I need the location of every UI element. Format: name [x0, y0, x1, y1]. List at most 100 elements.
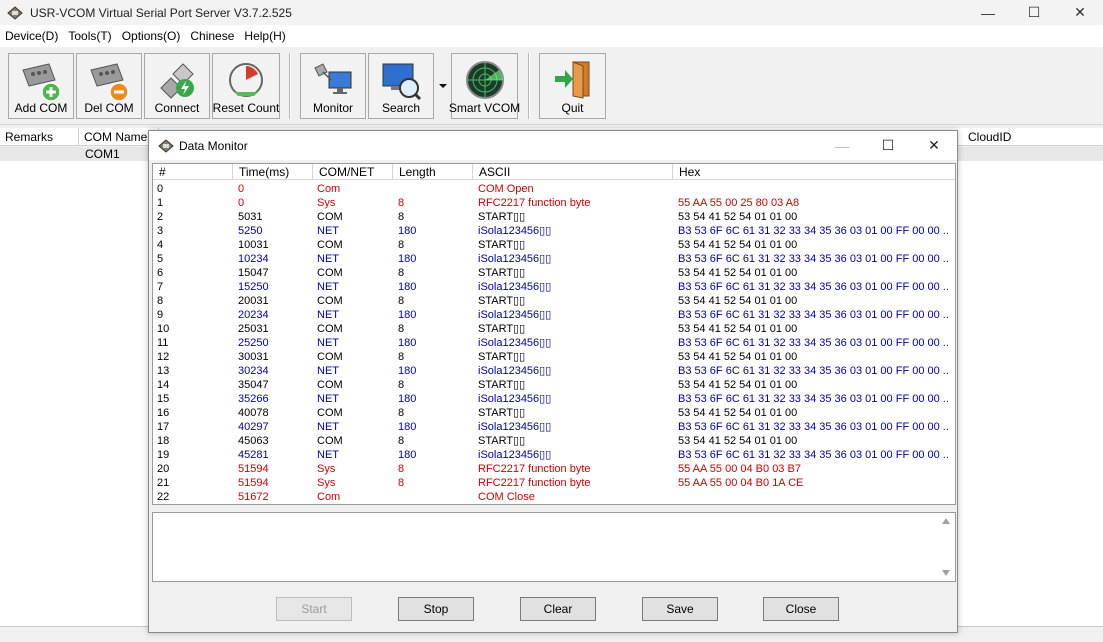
row-hex: 53 54 41 52 54 01 01 00	[678, 323, 798, 335]
table-row[interactable]: 7 15250 NET 180 iSola123456▯▯ B3 53 6F 6C 61 …	[153, 280, 955, 294]
row-length: 180	[398, 393, 417, 405]
table-row[interactable]: 11 25250 NET 180 iSola123456▯▯ B3 53 6F 6C 61…	[153, 336, 955, 350]
monitor-list[interactable]: # Time(ms) COM/NET Length ASCII Hex 0 0 Co…	[152, 163, 956, 505]
table-row[interactable]: 1 0 Sys 8 RFC2217 function byte 55 AA 55 00 2…	[153, 196, 955, 210]
stop-button[interactable]: Stop	[398, 597, 474, 621]
row-index: 21	[157, 477, 170, 489]
menu-help[interactable]: Help(H)	[239, 25, 290, 47]
column-hex[interactable]: Hex	[673, 164, 955, 180]
del-com-icon	[90, 63, 129, 102]
row-index: 4	[157, 239, 164, 251]
column-time[interactable]: Time(ms)	[233, 164, 313, 180]
row-index: 10	[157, 323, 170, 335]
dialog-title: Data Monitor	[179, 138, 248, 153]
table-row[interactable]: 9 20234 NET 180 iSola123456▯▯ B3 53 6F 6C 61 …	[153, 308, 955, 322]
row-time: 30234	[238, 365, 269, 377]
scroll-down-icon[interactable]	[942, 570, 950, 576]
menu-device[interactable]: Device(D)	[0, 25, 63, 47]
table-row[interactable]: 14 35047 COM 8 START▯▯ 53 54 41 52 54 01 01 0…	[153, 378, 955, 392]
data-monitor-dialog: Data Monitor — ☐ ✕ # Time(ms) COM/NET Le…	[148, 130, 958, 633]
smart-vcom-button[interactable]: Smart VCOM	[448, 53, 521, 119]
toolbar-separator	[528, 53, 530, 119]
dialog-close-button[interactable]: ✕	[911, 131, 957, 160]
table-row[interactable]: 3 5250 NET 180 iSola123456▯▯ B3 53 6F 6C 61 3…	[153, 224, 955, 238]
detail-text-area[interactable]	[152, 512, 956, 582]
table-row[interactable]: 19 45281 NET 180 iSola123456▯▯ B3 53 6F 6C 61…	[153, 448, 955, 462]
row-time: 30031	[238, 351, 269, 363]
row-length: 8	[398, 463, 405, 475]
row-length: 8	[398, 211, 405, 223]
close-dialog-button[interactable]: Close	[763, 597, 839, 621]
exit-door-icon	[554, 61, 589, 99]
search-dropdown-icon[interactable]	[439, 84, 447, 88]
row-ascii: RFC2217 function byte	[478, 477, 591, 489]
menu-tools[interactable]: Tools(T)	[63, 25, 116, 47]
table-row[interactable]: 0 0 Com COM Open	[153, 182, 955, 196]
column-ascii[interactable]: ASCII	[473, 164, 673, 180]
search-button[interactable]: Search	[368, 53, 434, 119]
reset-count-button[interactable]: Reset Count	[212, 53, 280, 119]
table-row[interactable]: 5 10234 NET 180 iSola123456▯▯ B3 53 6F 6C 61 …	[153, 252, 955, 266]
table-row[interactable]: 22 51672 Com COM Close	[153, 490, 955, 504]
clear-button[interactable]: Clear	[520, 597, 596, 621]
monitor-button[interactable]: Monitor	[300, 53, 366, 119]
menu-bar: Device(D) Tools(T) Options(O) Chinese He…	[0, 25, 1103, 47]
minimize-button[interactable]: —	[965, 0, 1011, 25]
add-com-icon	[22, 63, 61, 102]
close-button[interactable]: ✕	[1057, 0, 1103, 25]
row-length: 180	[398, 281, 417, 293]
table-row[interactable]: 17 40297 NET 180 iSola123456▯▯ B3 53 6F 6C 61…	[153, 420, 955, 434]
row-com-net: COM	[317, 323, 343, 335]
row-time: 45063	[238, 435, 269, 447]
menu-chinese[interactable]: Chinese	[185, 25, 239, 47]
radar-icon	[465, 61, 504, 99]
vertical-scrollbar[interactable]	[938, 513, 955, 581]
save-button[interactable]: Save	[642, 597, 718, 621]
table-row[interactable]: 6 15047 COM 8 START▯▯ 53 54 41 52 54 01 01 00	[153, 266, 955, 280]
monitor-icon	[314, 63, 352, 94]
row-com-net: NET	[317, 253, 339, 265]
row-hex: B3 53 6F 6C 61 31 32 33 34 35 36 03 01 0…	[678, 253, 948, 265]
dialog-minimize-button: —	[835, 137, 849, 154]
column-remarks[interactable]: Remarks	[0, 128, 79, 146]
row-index: 8	[157, 295, 164, 307]
row-time: 35047	[238, 379, 269, 391]
row-index: 16	[157, 407, 170, 419]
connect-button[interactable]: Connect	[144, 53, 210, 119]
column-length[interactable]: Length	[393, 164, 473, 180]
column-com-name[interactable]: COM Name	[79, 128, 159, 146]
table-row[interactable]: 4 10031 COM 8 START▯▯ 53 54 41 52 54 01 01 00	[153, 238, 955, 252]
menu-options[interactable]: Options(O)	[117, 25, 186, 47]
row-ascii: iSola123456▯▯	[478, 421, 552, 433]
row-index: 5	[157, 253, 164, 265]
start-button[interactable]: Start	[276, 597, 352, 621]
row-time: 45281	[238, 449, 269, 461]
dialog-maximize-button[interactable]: ☐	[865, 131, 911, 160]
table-row[interactable]: 21 51594 Sys 8 RFC2217 function byte 55 AA 55…	[153, 476, 955, 490]
reset-count-icon	[229, 63, 263, 97]
table-row[interactable]: 16 40078 COM 8 START▯▯ 53 54 41 52 54 01 01 0…	[153, 406, 955, 420]
table-row[interactable]: 2 5031 COM 8 START▯▯ 53 54 41 52 54 01 01 00	[153, 210, 955, 224]
table-row[interactable]: 18 45063 COM 8 START▯▯ 53 54 41 52 54 01 01 0…	[153, 434, 955, 448]
table-row[interactable]: 10 25031 COM 8 START▯▯ 53 54 41 52 54 01 01 0…	[153, 322, 955, 336]
del-com-button[interactable]: Del COM	[76, 53, 142, 119]
maximize-button[interactable]: ☐	[1011, 0, 1057, 25]
table-row[interactable]: 20 51594 Sys 8 RFC2217 function byte 55 AA 55…	[153, 462, 955, 476]
column-cloudid[interactable]: CloudID	[963, 128, 1103, 146]
row-com-net: COM	[317, 379, 343, 391]
table-row[interactable]: 13 30234 NET 180 iSola123456▯▯ B3 53 6F 6C 61…	[153, 364, 955, 378]
smart-vcom-label: Smart VCOM	[448, 101, 521, 115]
column-com-net[interactable]: COM/NET	[313, 164, 393, 180]
add-com-button[interactable]: Add COM	[8, 53, 74, 119]
quit-button[interactable]: Quit	[539, 53, 606, 119]
table-row[interactable]: 12 30031 COM 8 START▯▯ 53 54 41 52 54 01 01 0…	[153, 350, 955, 364]
row-com-net: NET	[317, 449, 339, 461]
column-index[interactable]: #	[153, 164, 233, 180]
row-length: 8	[398, 435, 405, 447]
row-index: 20	[157, 463, 170, 475]
row-length: 180	[398, 421, 417, 433]
scroll-up-icon[interactable]	[942, 518, 950, 524]
table-row[interactable]: 8 20031 COM 8 START▯▯ 53 54 41 52 54 01 01 00	[153, 294, 955, 308]
toolbar-separator	[289, 53, 291, 119]
table-row[interactable]: 15 35266 NET 180 iSola123456▯▯ B3 53 6F 6C 61…	[153, 392, 955, 406]
